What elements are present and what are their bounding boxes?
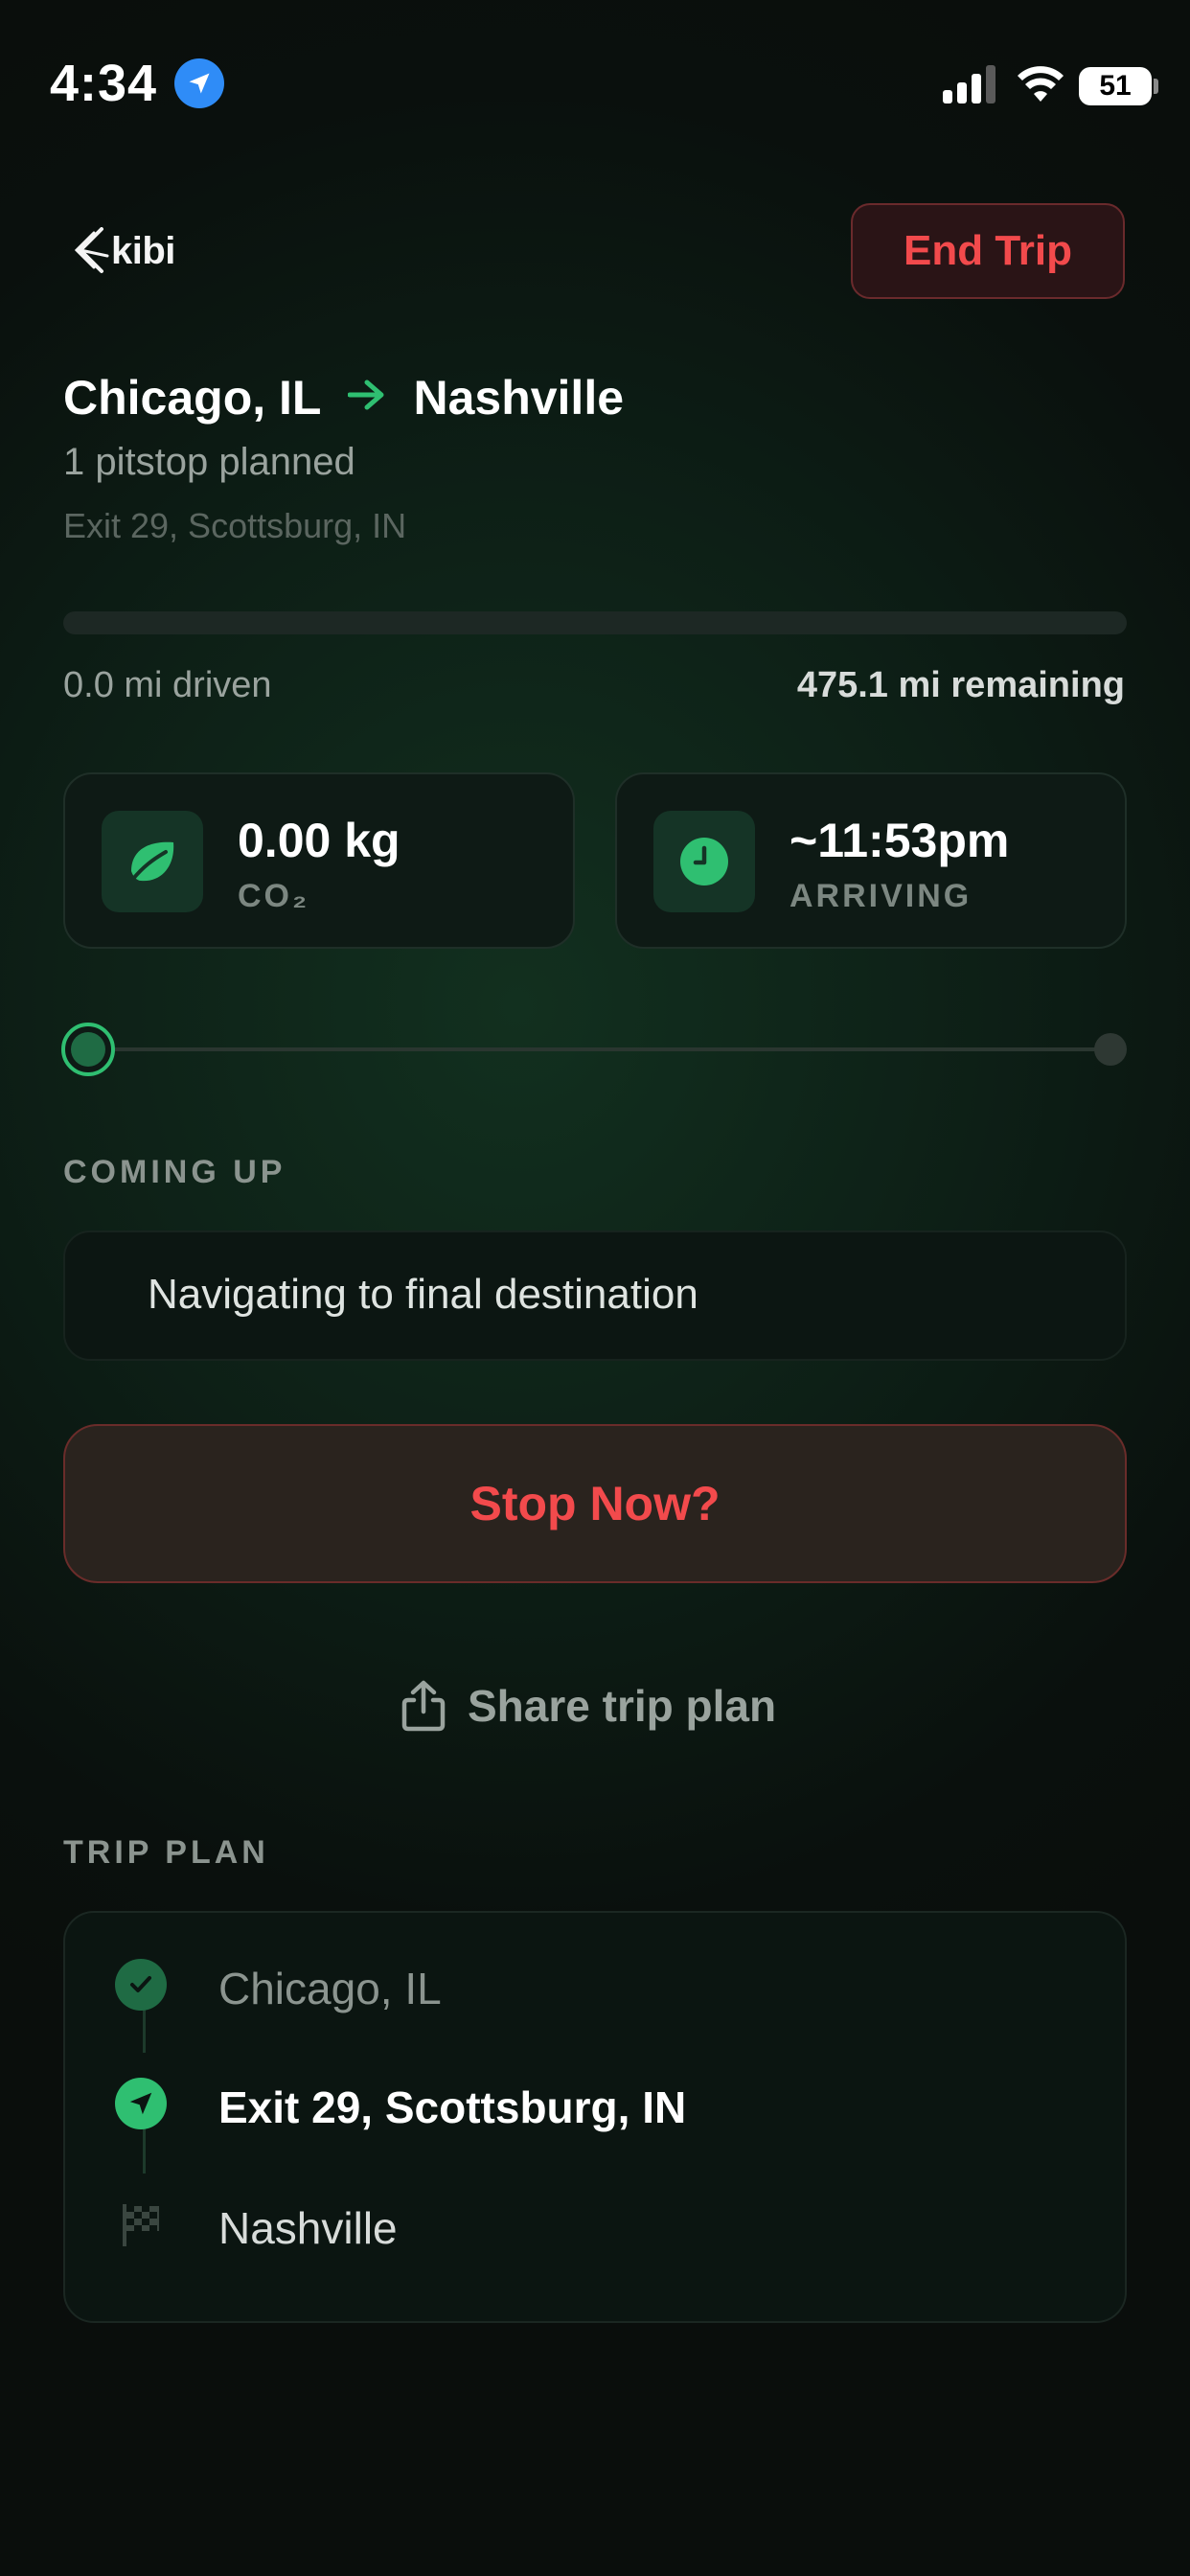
trip-plan-stop[interactable]: Nashville xyxy=(65,2175,1125,2271)
route-title: Chicago, IL Nashville xyxy=(63,370,624,426)
timeline-current-position xyxy=(61,1023,115,1076)
miles-remaining: 475.1 mi remaining xyxy=(796,665,1125,705)
battery-tip xyxy=(1154,79,1158,94)
share-label: Share trip plan xyxy=(468,1681,777,1731)
checkered-flag-icon xyxy=(115,2198,167,2250)
arrival-time: ~11:53pm xyxy=(790,814,1010,867)
trip-plan-card: Chicago, IL Exit 29, Scottsburg, IN Nash… xyxy=(63,1911,1127,2323)
trip-progress-bar xyxy=(63,611,1127,634)
check-icon xyxy=(115,1959,167,2011)
leaf-icon xyxy=(102,811,203,912)
status-time: 4:34 xyxy=(50,55,158,112)
navigation-arrow-icon xyxy=(115,2078,167,2129)
coming-up-text: Navigating to final destination xyxy=(148,1271,698,1318)
location-services-icon xyxy=(174,58,224,108)
wifi-icon xyxy=(1018,66,1064,102)
co2-label: CO₂ xyxy=(238,878,310,914)
trip-plan-stop-label: Exit 29, Scottsburg, IN xyxy=(218,2082,687,2132)
trip-plan-stop-label: Nashville xyxy=(218,2203,398,2253)
stop-now-button[interactable]: Stop Now? xyxy=(63,1424,1127,1583)
end-trip-button[interactable]: End Trip xyxy=(851,203,1125,299)
cellular-signal-icon xyxy=(943,65,995,104)
share-icon xyxy=(401,1680,446,1732)
arrow-right-icon xyxy=(347,374,386,422)
clock-icon xyxy=(653,811,755,912)
co2-value: 0.00 kg xyxy=(238,814,400,867)
route-origin: Chicago, IL xyxy=(63,371,322,425)
co2-card: 0.00 kg CO₂ xyxy=(63,772,575,949)
logo-text: kibi xyxy=(111,229,175,272)
trip-plan-stop[interactable]: Chicago, IL xyxy=(65,1936,1125,2032)
pitstops-summary: 1 pitstop planned xyxy=(63,441,355,483)
trip-plan-stop[interactable]: Exit 29, Scottsburg, IN xyxy=(65,2055,1125,2150)
share-trip-plan-button[interactable]: Share trip plan xyxy=(400,1679,776,1733)
app-logo: kibi xyxy=(73,222,194,280)
trip-timeline-track xyxy=(88,1047,1111,1051)
battery-level: 51 xyxy=(1099,70,1132,102)
coming-up-card: Navigating to final destination xyxy=(63,1230,1127,1361)
timeline-destination-dot xyxy=(1094,1033,1127,1066)
route-destination: Nashville xyxy=(413,371,625,425)
trip-plan-heading: TRIP PLAN xyxy=(63,1834,269,1871)
trip-plan-stop-label: Chicago, IL xyxy=(218,1964,442,2013)
pitstop-location: Exit 29, Scottsburg, IN xyxy=(63,506,407,545)
kibi-bird-icon xyxy=(74,227,109,273)
coming-up-heading: COMING UP xyxy=(63,1154,286,1190)
arrival-label: ARRIVING xyxy=(790,878,973,914)
miles-driven: 0.0 mi driven xyxy=(63,665,272,705)
arrival-card: ~11:53pm ARRIVING xyxy=(615,772,1127,949)
battery-indicator: 51 xyxy=(1079,67,1152,105)
